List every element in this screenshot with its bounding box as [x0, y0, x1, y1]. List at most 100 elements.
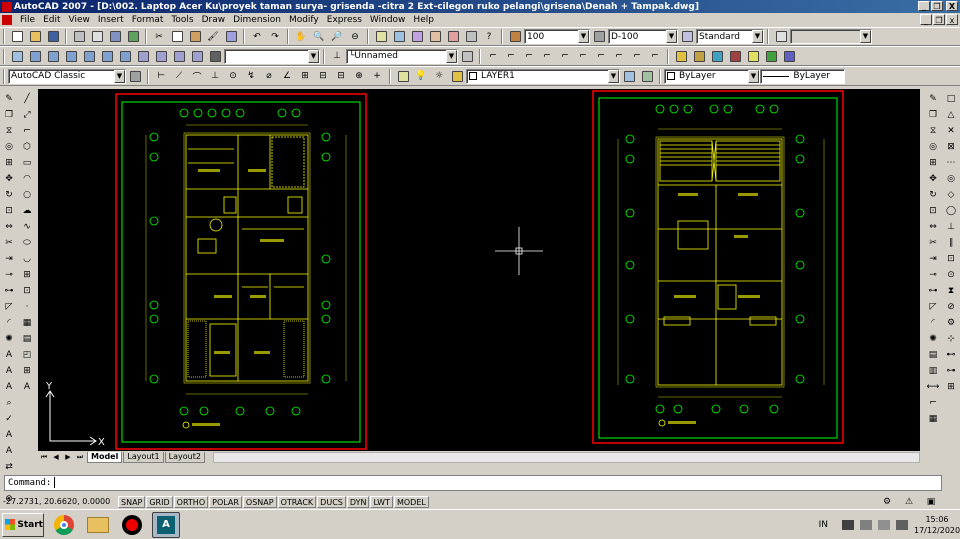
continue-dim-icon[interactable]: ⊟	[334, 69, 348, 83]
ucs-origin-icon[interactable]: ⌐	[486, 49, 500, 63]
text-icon[interactable]: A	[2, 348, 16, 362]
workspace-combo[interactable]: AutoCAD Classic ▼	[8, 68, 126, 84]
restore-button[interactable]: ❐	[931, 1, 943, 11]
scale-r-icon[interactable]: ⊡	[926, 204, 940, 218]
menu-express[interactable]: Express	[323, 15, 366, 25]
chamfer-r-icon[interactable]: ◸	[926, 300, 940, 314]
ordinate-dim-icon[interactable]: ⊥	[208, 69, 222, 83]
point-icon[interactable]: ·	[20, 300, 34, 314]
rotate-icon[interactable]: ↻	[2, 188, 16, 202]
rectangle-icon[interactable]: ▭	[20, 156, 34, 170]
menu-insert[interactable]: Insert	[94, 15, 128, 25]
ucs-icon[interactable]: ⊥	[330, 49, 344, 63]
ucs-apply-icon[interactable]: ⌐	[648, 49, 662, 63]
copy-object-icon[interactable]: ❐	[2, 108, 16, 122]
line-icon[interactable]: ╱	[20, 92, 34, 106]
workspace-settings-icon[interactable]	[128, 69, 142, 83]
right-view-icon[interactable]	[82, 49, 96, 63]
network-icon[interactable]	[860, 520, 872, 530]
offset-r-icon[interactable]: ◎	[926, 140, 940, 154]
undo-icon[interactable]: ↶	[250, 30, 264, 44]
plot-icon[interactable]	[72, 30, 86, 44]
lights-icon[interactable]	[746, 49, 760, 63]
justify-icon[interactable]: A	[2, 444, 16, 458]
move-icon[interactable]: ✥	[2, 172, 16, 186]
mirror-r-icon[interactable]: ⧖	[926, 124, 940, 138]
menu-format[interactable]: Format	[128, 15, 168, 25]
render-settings-icon[interactable]	[782, 49, 796, 63]
ucs-world-icon[interactable]	[460, 49, 474, 63]
snap-toggle[interactable]: SNAP	[118, 495, 146, 508]
ucs-view-icon[interactable]: ⌐	[576, 49, 590, 63]
trim-icon[interactable]: ✂	[2, 236, 16, 250]
arc-length-icon[interactable]: ⌒	[190, 69, 204, 83]
erase-icon[interactable]: ✎	[2, 92, 16, 106]
rotate-r-icon[interactable]: ↻	[926, 188, 940, 202]
dimstyle-icon[interactable]	[508, 30, 522, 44]
snap-nearest-icon[interactable]: ⧗	[944, 284, 958, 298]
paste-icon[interactable]	[188, 30, 202, 44]
trim-r-icon[interactable]: ✂	[926, 236, 940, 250]
ucs-zaxis-icon[interactable]: ⌐	[504, 49, 518, 63]
text-style-icon[interactable]: A	[2, 380, 16, 394]
layer-previous-icon[interactable]	[640, 69, 654, 83]
spline-icon[interactable]: ∿	[20, 220, 34, 234]
nw-iso-icon[interactable]	[190, 49, 204, 63]
first-tab-icon[interactable]: ⏮	[38, 452, 50, 463]
explode-r-icon[interactable]: ✺	[926, 332, 940, 346]
menu-modify[interactable]: Modify	[285, 15, 323, 25]
snap-parallel-icon[interactable]: ∥	[944, 236, 958, 250]
sw-iso-icon[interactable]	[136, 49, 150, 63]
tolerance-icon[interactable]: ⊕	[352, 69, 366, 83]
open-file-icon[interactable]	[28, 30, 42, 44]
ne-iso-icon[interactable]	[172, 49, 186, 63]
save-icon[interactable]	[46, 30, 60, 44]
ducs-toggle[interactable]: DUCS	[317, 495, 346, 508]
dimstyle-combo[interactable]: D-100 ▼	[608, 29, 678, 44]
snap-midpoint-icon[interactable]: △	[944, 108, 958, 122]
ucs-combo[interactable]: └ Unnamed ▼	[346, 48, 458, 64]
snap-intersection-icon[interactable]: ✕	[944, 124, 958, 138]
snap-center-icon[interactable]: ◎	[944, 172, 958, 186]
left-view-icon[interactable]	[64, 49, 78, 63]
volume-icon[interactable]	[896, 520, 908, 530]
mtext-icon[interactable]: A	[20, 380, 34, 394]
layer-r-icon[interactable]: ▥	[926, 364, 940, 378]
temp-track-icon[interactable]: ⊹	[944, 332, 958, 346]
table-icon[interactable]: ⊞	[20, 364, 34, 378]
help-icon[interactable]: ?	[482, 30, 496, 44]
grid-toggle[interactable]: GRID	[146, 495, 173, 508]
insert-block-icon[interactable]: ⊞	[20, 268, 34, 282]
toolbar-lock-icon[interactable]: ⚙	[880, 495, 894, 509]
make-current-layer-icon[interactable]	[622, 69, 636, 83]
construction-line-icon[interactable]: ⤢	[20, 108, 34, 122]
aligned-dim-icon[interactable]: ⟋	[172, 69, 186, 83]
sheet-set-icon[interactable]	[428, 30, 442, 44]
otrack-toggle[interactable]: OTRACK	[277, 495, 317, 508]
region-icon[interactable]: ◰	[20, 348, 34, 362]
tab-layout2[interactable]: Layout2	[164, 452, 205, 463]
zoom-previous-icon[interactable]: ⊖	[348, 30, 362, 44]
angular-dim-icon[interactable]: ∠	[280, 69, 294, 83]
revision-cloud-icon[interactable]: ☁	[20, 204, 34, 218]
snap-tangent-icon[interactable]: ◯	[944, 204, 958, 218]
gradient-icon[interactable]: ▤	[20, 332, 34, 346]
named-views-icon[interactable]	[10, 49, 24, 63]
conceptual-icon[interactable]	[710, 49, 724, 63]
block-editor-icon[interactable]	[224, 30, 238, 44]
color-combo[interactable]: ByLayer ▼	[664, 68, 760, 84]
break-icon[interactable]: ⊸	[2, 268, 16, 282]
quick-dim-icon[interactable]: ⊞	[298, 69, 312, 83]
find-icon[interactable]: ⌕	[2, 396, 16, 410]
zoom-realtime-icon[interactable]: 🔍	[312, 30, 326, 44]
center-mark-icon[interactable]: +	[370, 69, 384, 83]
menu-draw[interactable]: Draw	[198, 15, 230, 25]
match-properties-icon[interactable]: 🖌	[206, 30, 220, 44]
text-scale-icon[interactable]: A	[2, 428, 16, 442]
close-button[interactable]: X	[946, 1, 958, 11]
horizontal-scrollbar[interactable]	[212, 452, 920, 463]
chrome-icon[interactable]	[50, 512, 78, 538]
pan-icon[interactable]: ✋	[294, 30, 308, 44]
chat-icon[interactable]	[878, 520, 890, 530]
polygon-icon[interactable]: ⬡	[20, 140, 34, 154]
